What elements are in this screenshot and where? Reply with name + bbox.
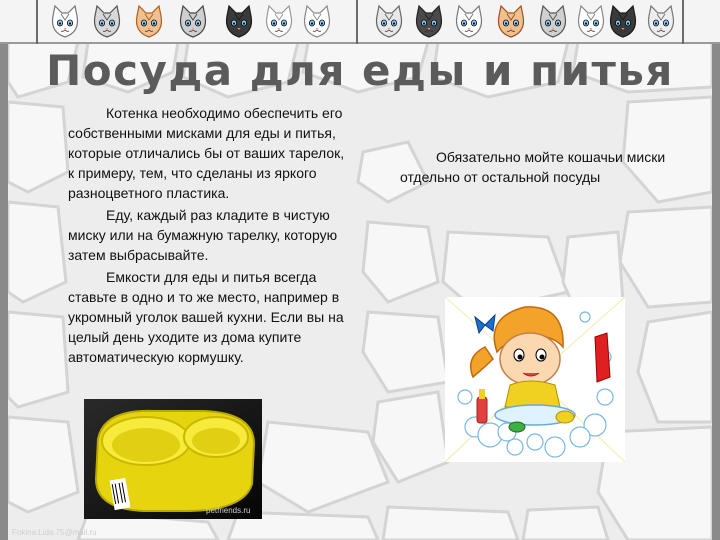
cat-face-icon [375, 4, 403, 38]
cat-face-icon [455, 4, 483, 38]
cat-face-icon [303, 4, 331, 38]
cat-face-icon [497, 4, 525, 38]
cat-face-icon [609, 4, 637, 38]
cat-face-icon [577, 4, 605, 38]
strip-divider [356, 0, 358, 44]
page-title: Посуда для еды и питья [46, 46, 674, 95]
cat-face-icon [539, 4, 567, 38]
left-text-block: Котенка необходимо обеспечить его собств… [68, 103, 350, 369]
paragraph: Еду, каждый раз кладите в чистую миску и… [68, 207, 338, 263]
strip-divider [682, 0, 684, 44]
paragraph: Котенка необходимо обеспечить его собств… [68, 105, 345, 201]
cat-face-icon [415, 4, 443, 38]
cat-face-icon [51, 4, 79, 38]
strip-divider [36, 0, 38, 44]
girl-washing-dishes-illustration [444, 296, 626, 463]
cat-face-icon [93, 4, 121, 38]
cat-face-icon [265, 4, 293, 38]
cat-face-icon [135, 4, 163, 38]
photo-watermark: petfriends.ru [206, 506, 250, 515]
yellow-bowl-photo: petfriends.ru [84, 399, 262, 519]
paragraph: Емкости для еды и питья всегда ставьте в… [68, 269, 344, 365]
cat-face-icon [179, 4, 207, 38]
cat-face-icon [225, 4, 253, 38]
right-text-block: Обязательно мойте кошачьи миски отдельно… [400, 149, 666, 185]
cat-face-icon [647, 4, 675, 38]
footer-email: Fokina.Lida.75@mail.ru [12, 528, 97, 537]
